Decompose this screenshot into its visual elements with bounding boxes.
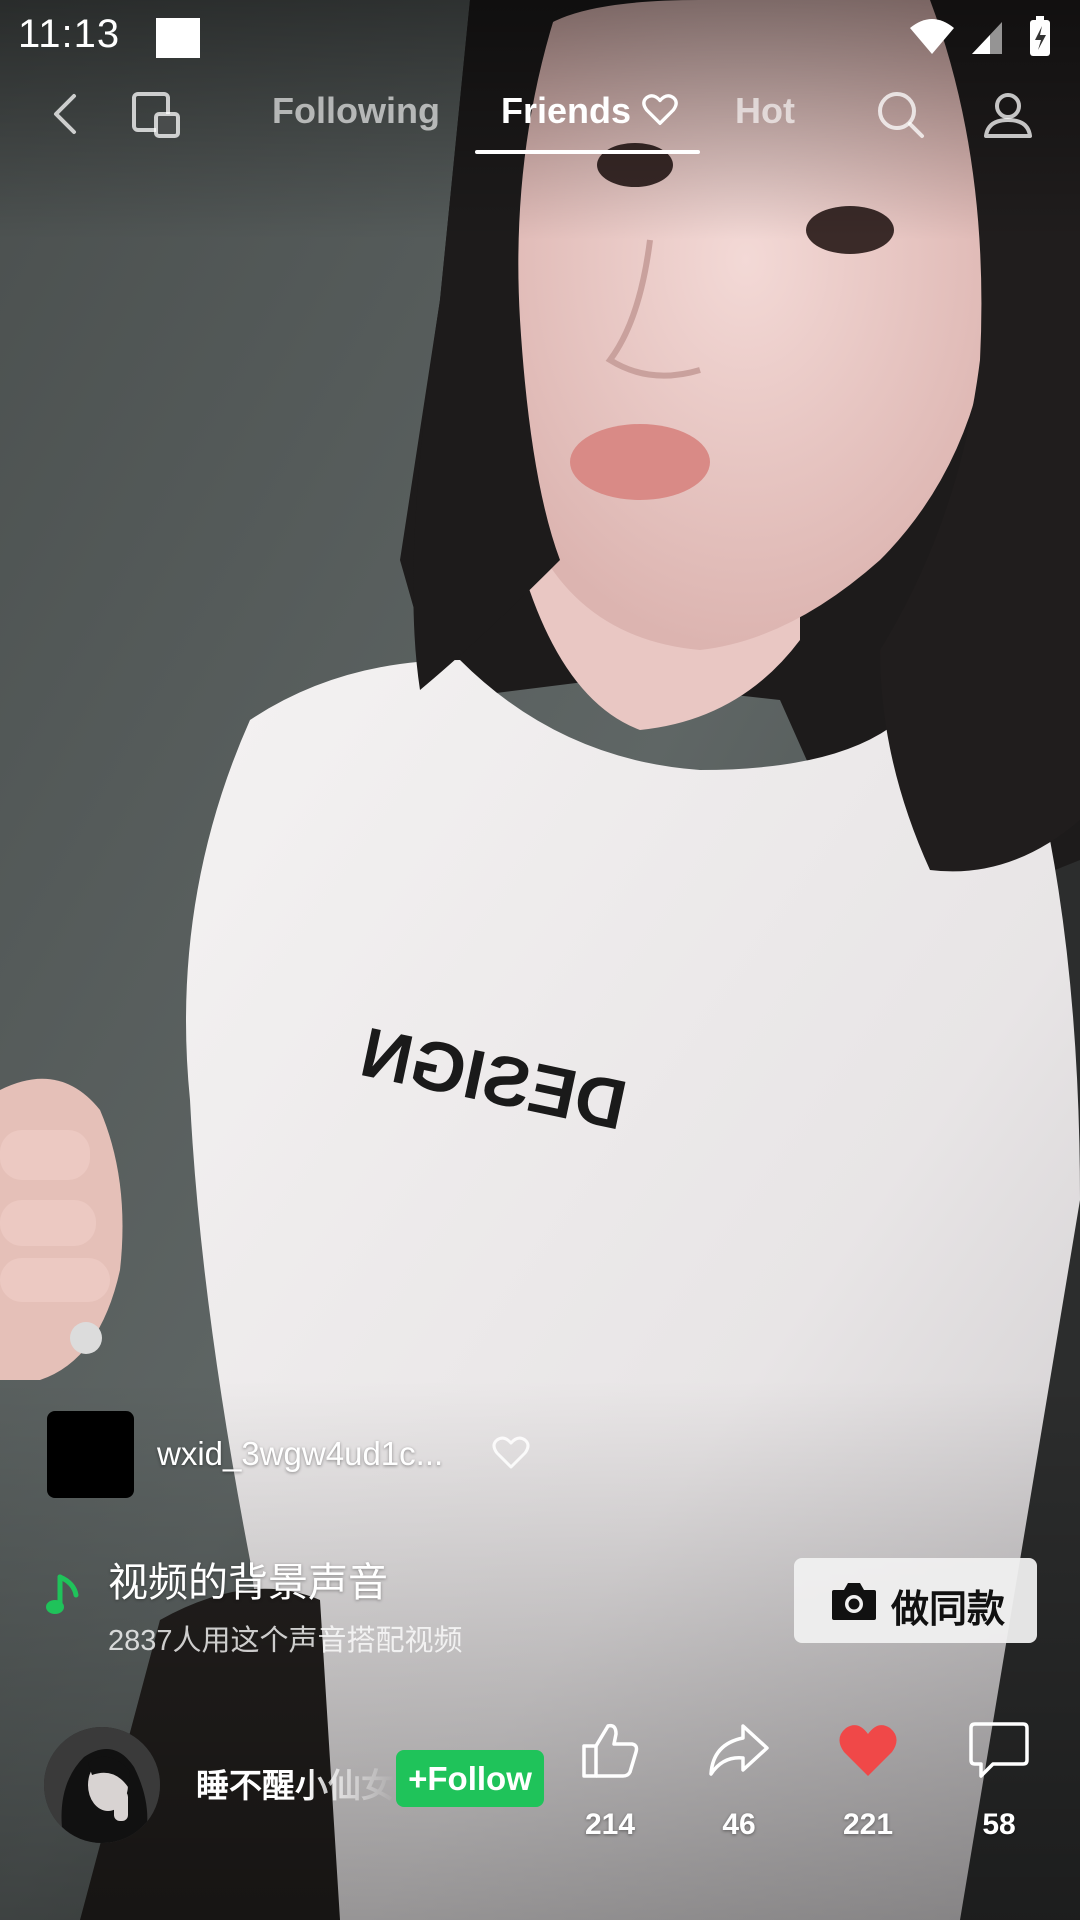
comment-icon [969,1722,1029,1778]
screen-cast-icon[interactable] [126,84,186,144]
heart-filled-icon [839,1725,897,1776]
music-title[interactable]: 视频的背景声音 [108,1550,388,1608]
like-count: 214 [584,1808,636,1841]
author-avatar[interactable] [47,1411,134,1498]
friends-heart-icon [642,94,678,125]
status-icons [910,16,1050,56]
wifi-icon [910,19,954,54]
music-usage-count: 2837人用这个声音搭配视频 [108,1625,463,1657]
poster-avatar-image [44,1727,160,1843]
follow-button[interactable]: +Follow [396,1750,544,1807]
tab-hot[interactable]: Hot [735,90,795,132]
tab-friends[interactable]: Friends [501,90,679,132]
top-nav: Following Friends Hot [0,76,1080,176]
music-note-icon [46,1574,79,1614]
camera-icon [832,1583,876,1620]
heart-outline-icon[interactable] [491,1433,531,1473]
make-same-button[interactable]: 做同款 [794,1558,1037,1643]
like-action[interactable]: 214 [560,1718,660,1848]
profile-icon[interactable] [978,84,1038,144]
share-icon [709,1724,769,1776]
author-name[interactable]: wxid_3wgw4ud1c... [157,1435,443,1473]
comment-count: 58 [982,1808,1016,1841]
share-action[interactable]: 46 [689,1718,789,1848]
back-icon[interactable] [36,84,96,144]
favorite-action[interactable]: 221 [818,1718,918,1848]
tab-friends-label: Friends [501,90,632,131]
cell-signal-icon [972,22,1002,54]
share-count: 46 [722,1808,756,1841]
thumbs-up-icon [582,1723,639,1778]
video-feed-screen: DESIGN 11:13 Following Friends Hot wxid_… [0,0,1080,1920]
poster-name[interactable]: 睡不醒小仙女 [196,1759,396,1807]
poster-avatar[interactable] [44,1727,160,1843]
search-icon[interactable] [870,84,930,144]
status-time: 11:13 [18,12,121,56]
status-bar: 11:13 [0,0,1080,76]
active-tab-indicator [475,150,700,154]
comment-action[interactable]: 58 [949,1718,1049,1848]
battery-icon [1030,16,1050,56]
notification-icon [156,18,200,58]
tab-following[interactable]: Following [272,90,440,132]
author-row[interactable]: wxid_3wgw4ud1c... [47,1411,567,1501]
favorite-count: 221 [842,1808,894,1841]
make-same-label: 做同款 [891,1589,1006,1631]
